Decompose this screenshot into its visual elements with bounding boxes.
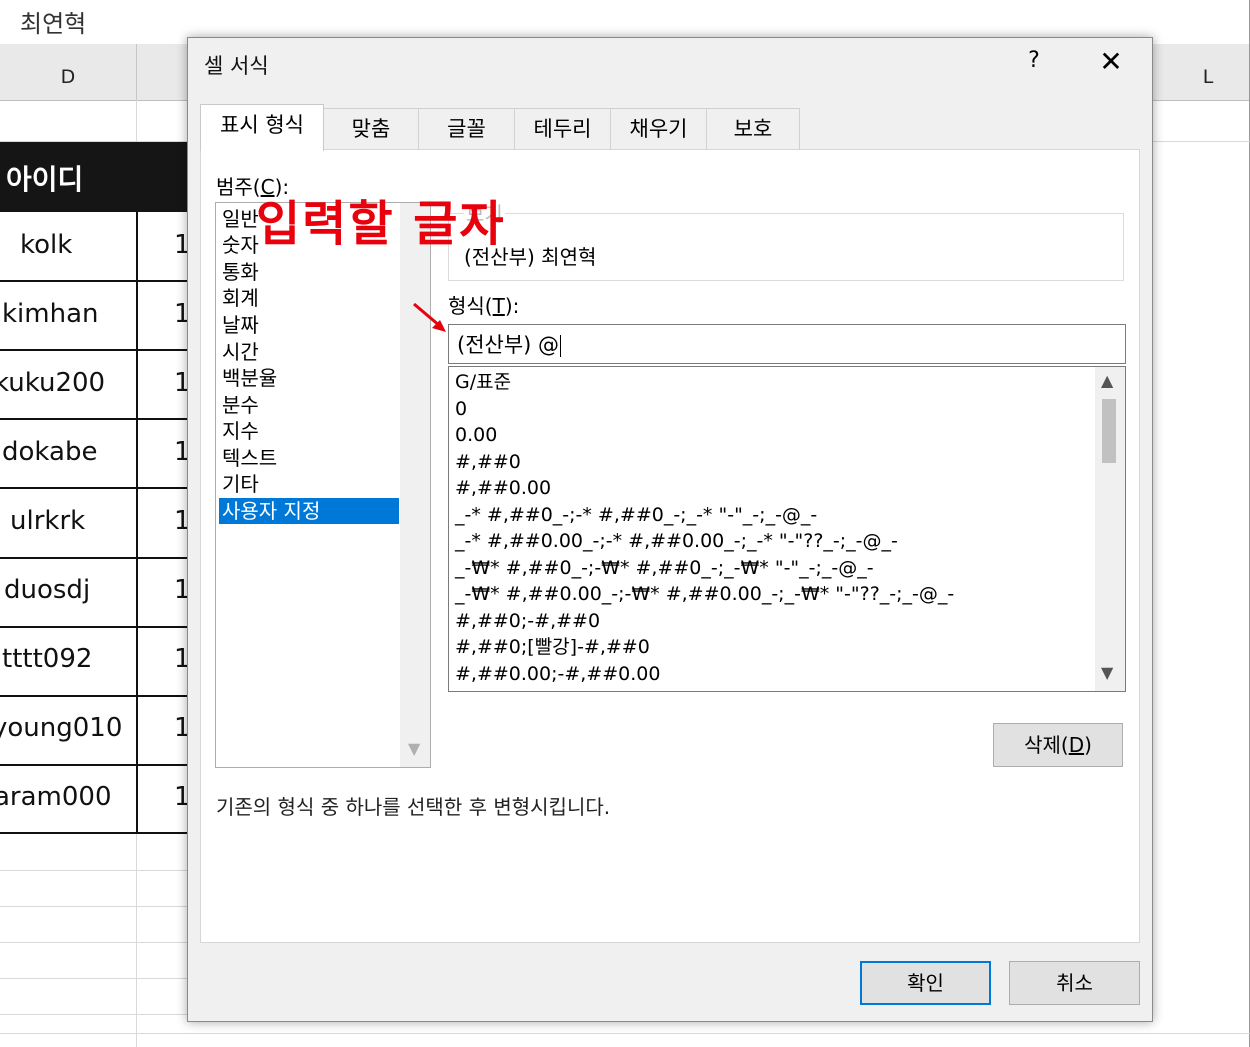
table-border	[0, 557, 188, 559]
table-border	[0, 764, 188, 766]
tab-fill[interactable]: 채우기	[610, 108, 707, 149]
table-border	[0, 695, 188, 697]
id-header-text: 아이디	[6, 163, 84, 196]
grid-line	[0, 870, 188, 871]
format-list-item[interactable]: 0	[455, 396, 467, 422]
category-item[interactable]: 일반	[222, 206, 259, 232]
category-item[interactable]: 통화	[222, 259, 259, 285]
format-list[interactable]: G/표준 0 0.00 #,##0 #,##0.00 _-* #,##0_-;-…	[448, 366, 1126, 692]
format-list-item[interactable]: #,##0;[빨강]-#,##0	[455, 634, 650, 660]
help-icon[interactable]: ?	[1022, 48, 1046, 73]
id-cell[interactable]: ulrkrk	[10, 506, 85, 536]
grid-line	[0, 978, 188, 979]
format-scrollbar[interactable]: ▲ ▼	[1095, 367, 1125, 691]
category-item[interactable]: 회계	[222, 285, 259, 311]
format-cells-dialog: 셀 서식 ? ✕ 표시 형식 맞춤 글꼴 테두리 채우기 보호 범주(C): 일…	[187, 37, 1153, 1022]
cancel-button[interactable]: 취소	[1009, 961, 1140, 1005]
chevron-down-icon[interactable]: ▼	[1101, 663, 1113, 682]
format-list-item[interactable]: _-₩* #,##0.00_-;-₩* #,##0.00_-;_-₩* "-"?…	[455, 581, 954, 607]
category-item[interactable]: 지수	[222, 418, 259, 444]
scrollbar-thumb[interactable]	[1102, 399, 1116, 463]
category-item[interactable]: 기타	[222, 471, 259, 497]
category-list[interactable]: 일반 숫자 통화 회계 날짜 시간 백분율 분수 지수 텍스트 기타 사용자 지…	[215, 202, 431, 768]
category-item-selected[interactable]: 사용자 지정	[219, 498, 399, 524]
format-list-item[interactable]: #,##0;-#,##0	[455, 608, 600, 634]
table-border	[0, 487, 188, 489]
grid-line	[1152, 141, 1250, 142]
column-header-l[interactable]: L	[1152, 44, 1250, 100]
chevron-down-icon[interactable]: ▼	[408, 739, 420, 758]
id-cell[interactable]: aram000	[0, 782, 112, 812]
id-cell[interactable]: kuku200	[0, 368, 105, 398]
id-cell[interactable]: duosdj	[4, 575, 90, 605]
format-list-item[interactable]: #,##0.00	[455, 475, 551, 501]
table-border	[136, 212, 138, 834]
format-list-item[interactable]: _-₩* #,##0_-;-₩* #,##0_-;_-₩* "-"_-;_-@_…	[455, 555, 874, 581]
category-item[interactable]: 텍스트	[222, 445, 277, 471]
id-cell[interactable]: kimhan	[2, 299, 99, 329]
tab-protection[interactable]: 보호	[706, 108, 800, 149]
category-item[interactable]: 분수	[222, 392, 259, 418]
tab-number[interactable]: 표시 형식	[200, 104, 324, 151]
table-border	[0, 418, 188, 420]
table-border	[0, 349, 188, 351]
table-border	[0, 280, 188, 282]
grid-line	[0, 942, 188, 943]
format-list-item[interactable]: _-* #,##0.00_-;-* #,##0.00_-;_-* "-"??_-…	[455, 528, 898, 554]
table-border	[0, 626, 188, 628]
category-item[interactable]: 숫자	[222, 232, 259, 258]
format-input-value[interactable]: (전산부) @	[457, 333, 559, 357]
format-list-item[interactable]: _-* #,##0_-;-* #,##0_-;_-* "-"_-;_-@_-	[455, 502, 817, 528]
hint-text: 기존의 형식 중 하나를 선택한 후 변형시킵니다.	[216, 795, 611, 819]
tab-border[interactable]: 테두리	[514, 108, 611, 149]
id-cell[interactable]: kolk	[20, 230, 72, 260]
id-cell[interactable]: dokabe	[2, 437, 97, 467]
column-header-e[interactable]	[137, 44, 188, 100]
grid-line	[0, 906, 188, 907]
formula-bar-text: 최연혁	[20, 10, 87, 38]
text-caret	[560, 335, 562, 357]
format-list-item[interactable]: #,##0.00;-#,##0.00	[455, 661, 660, 687]
annotation-arrow-icon	[413, 302, 446, 332]
ok-button[interactable]: 확인	[860, 961, 991, 1005]
format-input[interactable]: (전산부) @	[448, 324, 1126, 364]
table-border	[0, 832, 188, 834]
column-header-d[interactable]: D	[0, 44, 137, 100]
grid-line	[0, 1014, 188, 1015]
grid-line	[0, 1033, 1250, 1034]
format-list-item[interactable]: #,##0	[455, 449, 521, 475]
tab-alignment[interactable]: 맞춤	[323, 108, 419, 149]
category-item[interactable]: 시간	[222, 339, 259, 365]
category-item[interactable]: 날짜	[222, 312, 259, 338]
format-label: 형식(T):	[448, 294, 520, 318]
format-list-item[interactable]: G/표준	[455, 369, 511, 395]
chevron-up-icon[interactable]: ▲	[1101, 371, 1113, 390]
delete-button[interactable]: 삭제(D)	[993, 723, 1123, 767]
category-item[interactable]: 백분율	[222, 365, 277, 391]
id-cell[interactable]: young010	[0, 713, 122, 743]
format-list-item[interactable]: 0.00	[455, 422, 497, 448]
close-icon[interactable]: ✕	[1096, 46, 1126, 78]
id-cell[interactable]: tttt092	[2, 644, 92, 674]
tab-font[interactable]: 글꼴	[418, 108, 515, 149]
dialog-title: 셀 서식	[204, 54, 269, 78]
category-scrollbar[interactable]: ▼	[400, 203, 430, 767]
annotation-text: 입력할 글자	[256, 196, 506, 252]
